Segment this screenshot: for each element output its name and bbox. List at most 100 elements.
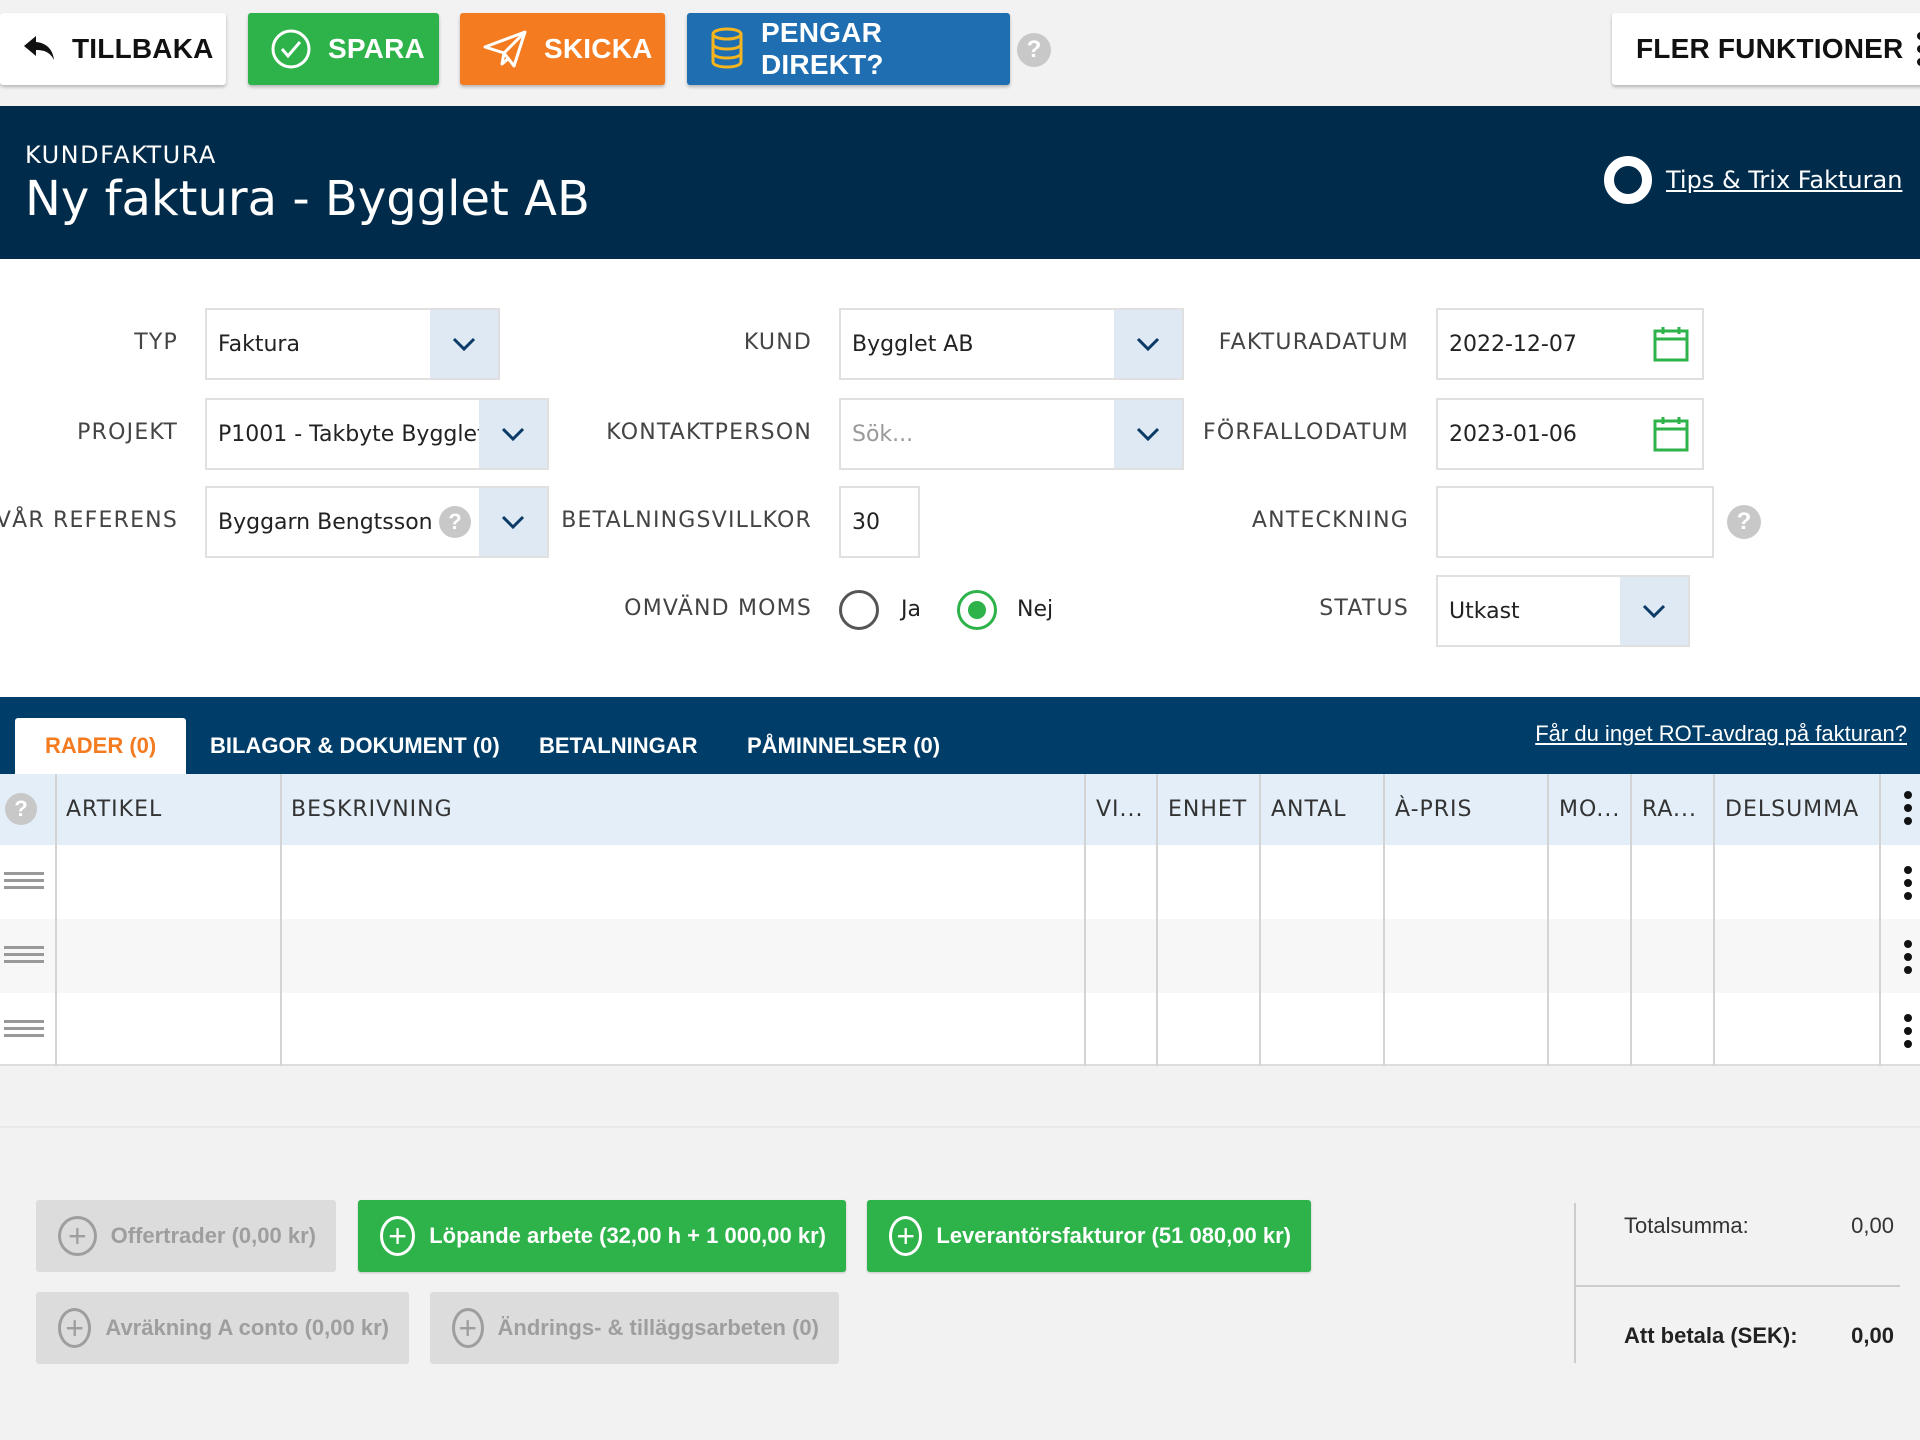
plus-circle-icon: + [380,1216,416,1256]
table-row[interactable] [0,919,1920,993]
column-header-delsumma[interactable]: DELSUMMA [1715,774,1859,845]
offertrader-label: Offertrader (0,00 kr) [110,1223,316,1248]
column-divider [1084,774,1086,1066]
forfallodatum-value: 2023-01-06 [1449,421,1577,447]
tips-link[interactable]: Tips & Trix Fakturan [1666,166,1902,194]
betalningsvillkor-input[interactable]: 30 [839,486,920,558]
forfallodatum-input[interactable]: 2023-01-06 [1436,398,1704,470]
column-divider [55,774,57,1066]
kebab-menu-icon[interactable] [1904,940,1912,974]
column-header-artikel[interactable]: ARTIKEL [56,774,162,845]
chevron-down-icon[interactable] [430,310,498,378]
chevron-down-icon[interactable] [479,400,547,468]
page-subtitle: KUNDFAKTURA [25,141,217,169]
tab-rader[interactable]: RADER (0) [15,718,187,774]
andrings-button[interactable]: + Ändrings- & tilläggsarbeten (0) [430,1292,839,1364]
help-icon[interactable]: ? [439,506,471,538]
column-header-moms[interactable]: MO... [1549,774,1620,845]
column-divider [1259,774,1261,1066]
tab-bilagor[interactable]: BILAGOR & DOKUMENT (0) [180,718,530,774]
page-header: KUNDFAKTURA Ny faktura - Bygglet AB Tips… [0,106,1920,259]
kebab-menu-icon[interactable] [1904,791,1912,825]
column-divider [1156,774,1158,1066]
tips-link-group[interactable]: Tips & Trix Fakturan [1604,156,1902,204]
bottom-actions: + Offertrader (0,00 kr) + Löpande arbete… [0,1126,1920,1440]
total-label: Totalsumma: [1624,1213,1749,1238]
back-arrow-icon [22,34,56,64]
var-referens-label: VÅR REFERENS [0,508,178,533]
typ-select[interactable]: Faktura [205,308,500,380]
kund-select[interactable]: Bygglet AB [839,308,1184,380]
omvand-moms-ja-radio[interactable] [839,590,879,630]
calendar-icon[interactable] [1652,310,1702,378]
invoice-form: TYP Faktura PROJEKT P1001 - Takbyte Bygg… [0,259,1920,697]
table-row[interactable] [0,845,1920,919]
var-referens-select[interactable]: Byggarn Bengtsson ? [205,486,549,558]
drag-handle-icon[interactable] [4,946,44,963]
tab-betalningar[interactable]: BETALNINGAR [509,718,727,774]
var-referens-value: Byggarn Bengtsson [218,509,433,535]
fakturadatum-value: 2022-12-07 [1449,331,1577,357]
help-icon[interactable]: ? [1727,505,1761,539]
column-divider [1713,774,1715,1066]
rot-avdrag-link[interactable]: Får du inget ROT-avdrag på fakturan? [1535,721,1907,747]
totals-panel: Totalsumma: 0,00 Att betala (SEK): 0,00 [1574,1203,1920,1363]
more-functions-label: FLER FUNKTIONER [1636,33,1904,64]
kebab-menu-icon[interactable] [1904,866,1912,900]
omvand-moms-nej-radio[interactable] [957,590,997,630]
typ-value: Faktura [218,331,300,357]
chevron-down-icon[interactable] [1620,577,1688,645]
anteckning-label: ANTECKNING [1251,508,1409,533]
send-button[interactable]: SKICKA [460,13,665,85]
plus-circle-icon: + [58,1308,92,1348]
lopande-arbete-button[interactable]: + Löpande arbete (32,00 h + 1 000,00 kr) [358,1200,846,1272]
kontaktperson-select[interactable]: Sök... [839,398,1184,470]
omvand-moms-nej-label: Nej [1017,597,1054,622]
help-icon[interactable]: ? [1017,33,1051,67]
column-header-antal[interactable]: ANTAL [1261,774,1347,845]
betalningsvillkor-value: 30 [852,509,880,535]
avrakning-label: Avräkning A conto (0,00 kr) [105,1315,389,1340]
plus-circle-icon: + [452,1308,484,1348]
column-header-enhet[interactable]: ENHET [1158,774,1247,845]
column-header-a-pris[interactable]: À-PRIS [1385,774,1473,845]
omvand-moms-ja-label: Ja [901,597,921,622]
fakturadatum-input[interactable]: 2022-12-07 [1436,308,1704,380]
drag-handle-icon[interactable] [4,1020,44,1037]
status-select[interactable]: Utkast [1436,575,1690,647]
att-betala-value: 0,00 [1851,1323,1894,1348]
page-title: Ny faktura - Bygglet AB [25,171,590,227]
save-label: SPARA [328,33,425,64]
tab-bar: RADER (0) BILAGOR & DOKUMENT (0) BETALNI… [0,697,1920,774]
column-divider [1383,774,1385,1066]
save-button[interactable]: SPARA [248,13,439,85]
column-header-beskrivning[interactable]: BESKRIVNING [281,774,453,845]
column-header-vi[interactable]: VI... [1086,774,1144,845]
money-direct-button[interactable]: PENGAR DIREKT? [687,13,1010,85]
drag-handle-icon[interactable] [4,872,44,889]
column-divider [280,774,282,1066]
column-divider [1879,774,1881,1066]
back-button[interactable]: TILLBAKA [0,13,226,85]
chevron-down-icon[interactable] [479,488,547,556]
help-icon[interactable]: ? [5,793,37,825]
plus-circle-icon: + [889,1216,923,1256]
leverantorsfakturor-label: Leverantörsfakturor (51 080,00 kr) [936,1223,1291,1248]
kebab-menu-icon[interactable] [1904,1014,1912,1048]
andrings-label: Ändrings- & tilläggsarbeten (0) [497,1315,819,1340]
offertrader-button[interactable]: + Offertrader (0,00 kr) [36,1200,336,1272]
table-row[interactable] [0,993,1920,1067]
chevron-down-icon[interactable] [1114,310,1182,378]
more-functions-button[interactable]: FLER FUNKTIONER [1612,13,1920,85]
column-header-rabatt[interactable]: RA... [1632,774,1697,845]
anteckning-input[interactable] [1436,486,1714,558]
avrakning-button[interactable]: + Avräkning A conto (0,00 kr) [36,1292,409,1364]
kontaktperson-label: KONTAKTPERSON [606,420,812,445]
tab-paminnelser[interactable]: PÅMINNELSER (0) [717,718,970,774]
status-label: STATUS [1319,596,1409,621]
table-header: ? ARTIKEL BESKRIVNING VI... ENHET ANTAL … [0,774,1920,845]
chevron-down-icon[interactable] [1114,400,1182,468]
projekt-select[interactable]: P1001 - Takbyte Bygglet [205,398,549,470]
calendar-icon[interactable] [1652,400,1702,468]
leverantorsfakturor-button[interactable]: + Leverantörsfakturor (51 080,00 kr) [867,1200,1311,1272]
